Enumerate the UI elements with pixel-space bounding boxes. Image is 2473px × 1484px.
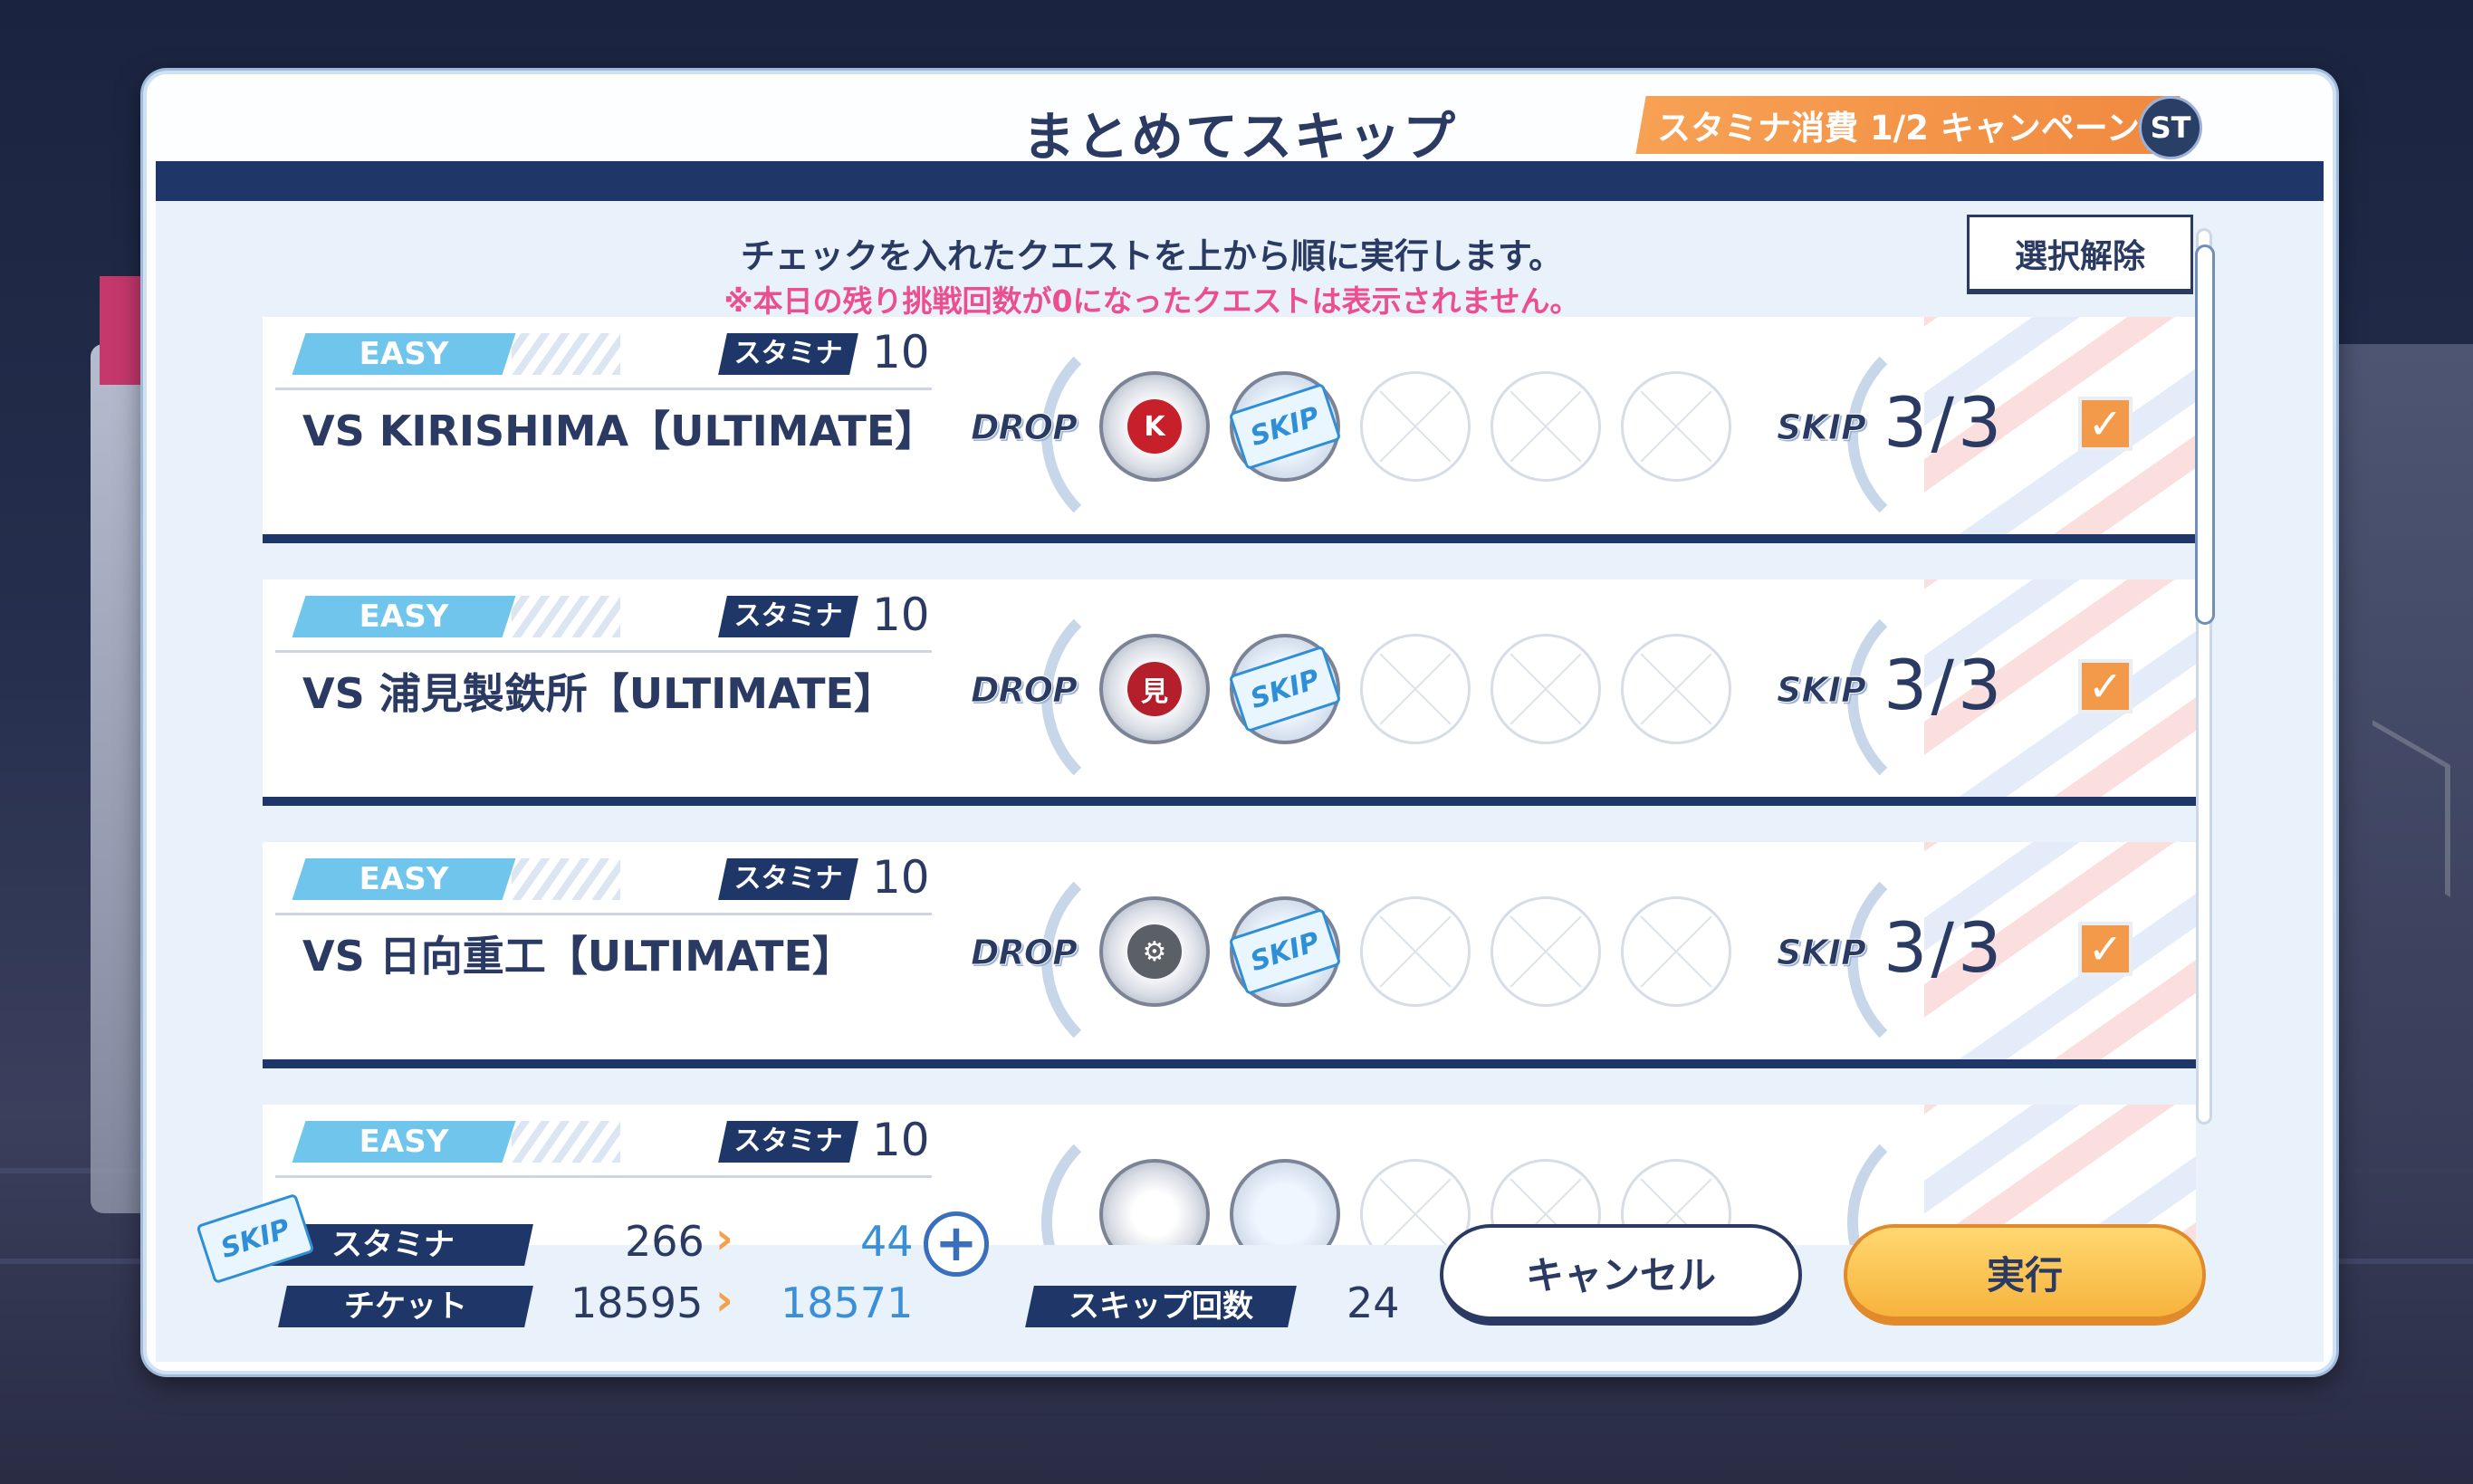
skip-count-value: 24 [1347,1278,1400,1327]
stamina-cost: 10 [872,1114,930,1166]
tag-decoration [512,1121,620,1163]
add-stamina-button[interactable]: + [924,1211,989,1277]
divider [275,388,932,390]
tag-decoration [512,858,620,900]
stamina-tag-label: スタミナ [733,863,843,895]
drop-label: DROP [971,670,1078,711]
skip-label: SKIP [1777,670,1867,711]
scrollbar-thumb[interactable] [2195,244,2215,625]
cancel-button[interactable]: キャンセル [1440,1224,1802,1326]
skip-count-label: スキップ回数 [1069,1288,1253,1325]
tag-decoration [512,596,620,637]
quest-row: EASY スタミナ 10 VS 浦見製鉄所【ULTIMATE】 DROP 見 S… [263,579,2196,806]
quest-row: EASY スタミナ 10 VS KIRISHIMA【ULTIMATE】 DROP… [263,317,2196,543]
stamina-cost: 10 [872,851,930,904]
quest-name: VS 日向重工【ULTIMATE】 [302,932,854,981]
skip-ticket-icon[interactable]: SKIP [1228,371,1342,482]
hyuga-emblem-icon[interactable]: ⚙ [1099,896,1210,1007]
quest-checkbox[interactable]: ✓ [2078,397,2133,451]
urami-emblem-icon[interactable]: 見 [1099,634,1210,744]
skip-label: SKIP [1777,933,1867,973]
instruction-text: チェックを入れたクエストを上から順に実行します。 [740,236,1564,276]
stamina-tag-label: スタミナ [733,600,843,632]
divider [275,913,932,915]
dialog-content: チェックを入れたクエストを上から順に実行します。 ※本日の残り挑戦回数が0になっ… [156,201,2324,1362]
empty-drop-slot [1491,371,1601,482]
empty-drop-slot [1360,634,1471,744]
difficulty-label: EASY [359,1124,449,1160]
stamina-cost: 10 [872,326,930,378]
quest-name: VS KIRISHIMA【ULTIMATE】 [302,407,937,455]
campaign-banner: スタミナ消費 1/2 キャンペーン [1635,96,2181,154]
arrow-right-icon: › [715,1213,733,1264]
stamina-tag-label: スタミナ [733,1125,843,1157]
empty-drop-slot [1621,371,1731,482]
difficulty-label: EASY [359,336,449,372]
warning-text: ※本日の残り挑戦回数が0になったクエストは表示されません。 [724,283,1580,319]
kirishima-emblem-icon[interactable]: K [1099,371,1210,482]
stamina-cost: 10 [872,589,930,641]
arrow-right-icon: › [715,1275,733,1326]
difficulty-label: EASY [359,861,449,897]
empty-drop-slot [1491,896,1601,1007]
deselect-button[interactable]: 選択解除 [1967,215,2193,294]
quest-list[interactable]: EASY スタミナ 10 VS KIRISHIMA【ULTIMATE】 DROP… [263,317,2196,1245]
execute-button[interactable]: 実行 [1844,1224,2206,1326]
empty-drop-slot [1621,896,1731,1007]
empty-drop-slot [1491,634,1601,744]
divider [275,650,932,653]
empty-drop-slot [1621,634,1731,744]
skip-remaining: 3/3 [1884,907,2006,988]
stamina-before: 266 [625,1217,705,1266]
divider [275,1175,932,1178]
quest-name: VS 浦見製鉄所【ULTIMATE】 [302,669,896,718]
skip-ticket-icon[interactable]: SKIP [1228,634,1342,744]
title-bar [156,161,2324,201]
skip-remaining: 3/3 [1884,645,2006,725]
empty-drop-slot [1360,371,1471,482]
empty-drop-slot [1360,1159,1471,1245]
difficulty-label: EASY [359,598,449,635]
stamina-after: 44 [860,1217,914,1266]
quest-checkbox[interactable]: ✓ [2078,659,2133,713]
quest-row: EASY スタミナ 10 VS 日向重工【ULTIMATE】 DROP ⚙ SK… [263,842,2196,1068]
tag-decoration [512,333,620,375]
ticket-after: 18571 [781,1278,914,1327]
empty-drop-slot [1360,896,1471,1007]
stamina-tag-label: スタミナ [733,338,843,369]
campaign-label: スタミナ消費 1/2 キャンペーン [1657,109,2140,148]
ticket-label: チケット [344,1288,467,1325]
skip-remaining: 3/3 [1884,382,2006,463]
drop-label: DROP [971,407,1078,448]
skip-label: SKIP [1777,407,1867,448]
bulk-skip-dialog: まとめてスキップ スタミナ消費 1/2 キャンペーン ST チェックを入れたクエ… [143,71,2336,1374]
stamina-badge-icon: ST [2139,96,2202,159]
quest-checkbox[interactable]: ✓ [2078,922,2133,976]
ticket-before: 18595 [570,1278,704,1327]
drop-label: DROP [971,933,1078,973]
skip-ticket-icon[interactable]: SKIP [1228,896,1342,1007]
